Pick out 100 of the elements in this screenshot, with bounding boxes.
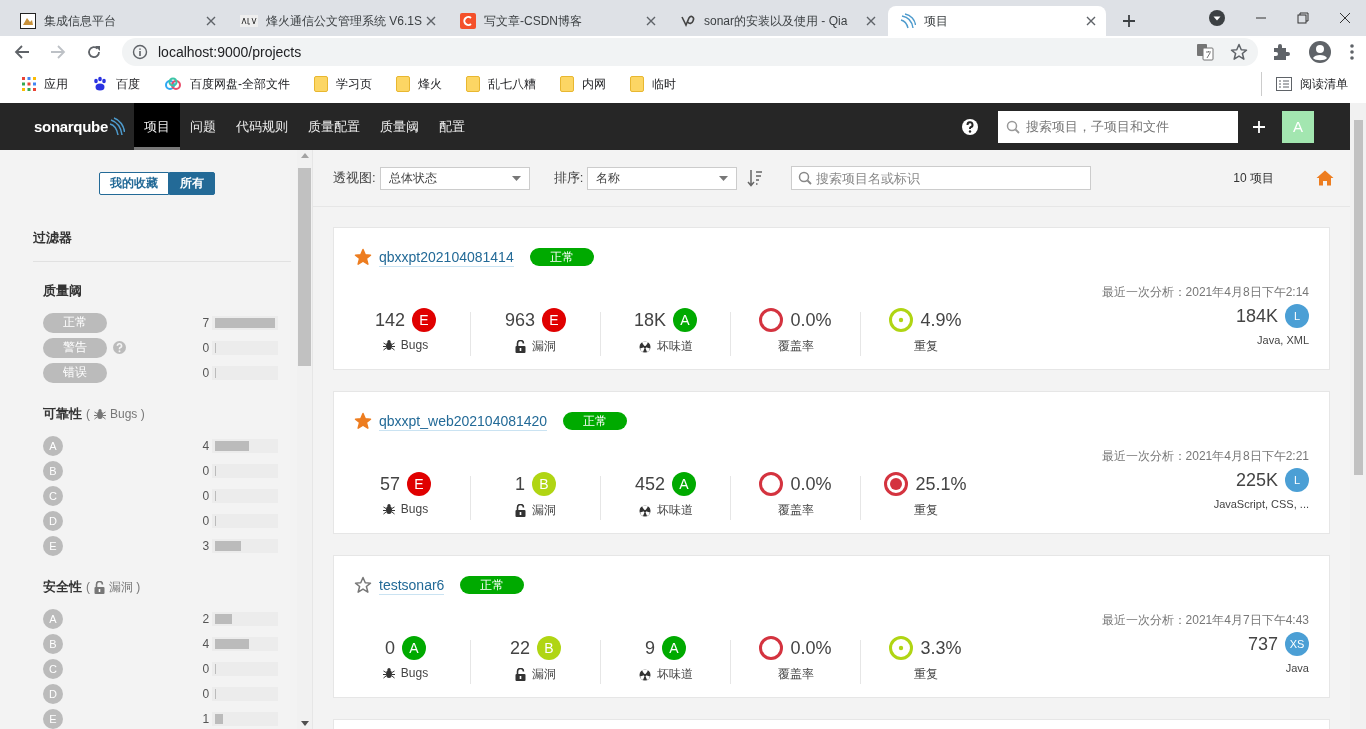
reading-list-button[interactable]: 阅读清单 <box>1261 72 1358 96</box>
menu-icon[interactable] <box>1350 44 1354 60</box>
metric-label: 坏味道 <box>656 666 693 683</box>
project-name-link[interactable]: qbxxpt202104081414 <box>379 247 514 267</box>
facet-title: 安全性 <box>43 578 82 596</box>
star-icon[interactable] <box>354 412 372 430</box>
nav-item[interactable]: 问题 <box>180 103 226 150</box>
metric-value: 0.0% <box>790 309 832 331</box>
search-field[interactable]: 搜索项目名或标识 <box>791 166 1092 190</box>
nav-item[interactable]: 质量阈 <box>370 103 429 150</box>
facet-count: 0 <box>201 686 210 701</box>
bookmark[interactable]: 内网 <box>552 72 614 96</box>
analysis-date: 最近一次分析：2021年4月8日下午2:21 <box>1100 448 1309 464</box>
address-bar[interactable]: localhost:9000/projects <box>122 38 1258 66</box>
rating-badge: B <box>532 472 556 496</box>
project-name-link[interactable]: qbxxpt_web202104081420 <box>379 411 548 431</box>
close-icon[interactable] <box>866 16 876 26</box>
browser-tab[interactable]: 项目 <box>888 6 1106 36</box>
sort-order-icon[interactable] <box>747 169 764 187</box>
restore-icon[interactable] <box>1297 12 1309 24</box>
bookmark[interactable]: 百度 <box>84 72 148 96</box>
facet-count: 4 <box>201 438 210 453</box>
profile-icon[interactable] <box>1308 40 1332 64</box>
browser-tab[interactable]: 集成信息平台 <box>8 6 226 36</box>
bookmark[interactable]: 临时 <box>622 72 684 96</box>
filter-toggle[interactable]: 我的收藏 <box>99 172 170 195</box>
nav-item[interactable]: 代码规则 <box>226 103 298 150</box>
perspective-select[interactable]: 总体状态 <box>379 166 530 190</box>
metric-label: 重复 <box>913 502 938 519</box>
tab-title: 项目 <box>924 12 949 30</box>
project-count: 10 项目 <box>1233 169 1274 187</box>
radiation-icon <box>638 668 651 681</box>
star-icon[interactable] <box>354 248 372 266</box>
project-name-link[interactable]: testsonar6 <box>379 575 445 595</box>
metric-label: 漏洞 <box>532 502 556 519</box>
metric-value: 184K <box>1235 305 1278 327</box>
site-icon <box>680 13 696 29</box>
metric-value: 25.1% <box>915 473 967 495</box>
filter-toggle[interactable]: 所有 <box>169 172 216 195</box>
lock-icon <box>515 504 526 517</box>
extensions-icon[interactable] <box>1272 43 1290 61</box>
bookmark[interactable]: 乱七八糟 <box>458 72 544 96</box>
site-icon <box>900 13 916 29</box>
close-icon[interactable] <box>1339 12 1351 24</box>
facet-count: 0 <box>201 513 210 528</box>
close-icon[interactable] <box>426 16 436 26</box>
close-icon[interactable] <box>1086 16 1096 26</box>
bookmark[interactable]: 学习页 <box>306 72 380 96</box>
info-icon[interactable] <box>132 44 148 60</box>
reload-icon[interactable] <box>86 44 102 60</box>
metric-value: 225K <box>1235 469 1278 491</box>
browser-tab[interactable]: sonar的安装以及使用 - Qia <box>668 6 886 36</box>
home-icon[interactable] <box>1316 170 1334 186</box>
facet-count: 0 <box>201 661 210 676</box>
search-field[interactable]: 搜索项目，子项目和文件 <box>998 110 1238 143</box>
scrollbar[interactable] <box>297 150 312 729</box>
rating-badge: E <box>542 308 566 332</box>
close-icon[interactable] <box>646 16 656 26</box>
metric-label: 坏味道 <box>656 338 693 355</box>
translate-icon[interactable] <box>1196 43 1214 61</box>
bookmark[interactable]: 烽火 <box>388 72 450 96</box>
new-tab-icon[interactable] <box>1122 14 1136 28</box>
bug-icon <box>382 339 395 351</box>
sonarqube-logo[interactable]: sonarqube <box>34 103 125 150</box>
star-icon[interactable] <box>1230 43 1248 61</box>
bug-icon <box>94 408 106 420</box>
rating-badge: A <box>673 308 697 332</box>
folder-icon <box>466 76 480 92</box>
bookmark[interactable]: 应用 <box>14 72 76 96</box>
facet-count: 0 <box>201 365 210 380</box>
facet-count: 3 <box>201 538 210 553</box>
languages-text: JavaScript, CSS, ... <box>1213 498 1309 510</box>
browser-tab[interactable]: 写文章-CSDN博客 <box>448 6 666 36</box>
nav-item[interactable]: 配置 <box>429 103 475 150</box>
metric-label: 重复 <box>913 338 938 355</box>
tab-search-icon[interactable] <box>1209 10 1225 26</box>
sort-select[interactable]: 名称 <box>587 166 738 190</box>
star-icon[interactable] <box>354 576 372 594</box>
browser-tab[interactable]: 烽火通信公文管理系统 V6.1S <box>228 6 446 36</box>
nav-item[interactable]: 质量配置 <box>298 103 370 150</box>
nav-item[interactable]: 项目 <box>134 103 180 150</box>
help-icon[interactable] <box>962 118 978 135</box>
analysis-date: 最近一次分析：2021年4月7日下午4:43 <box>1100 612 1309 628</box>
folder-icon <box>560 76 574 92</box>
back-icon[interactable] <box>14 44 30 60</box>
plus-icon[interactable] <box>1252 119 1266 134</box>
scroll-down-icon[interactable] <box>300 721 309 726</box>
metric-value: 0.0% <box>790 473 832 495</box>
sort-label: 排序: <box>553 169 584 187</box>
site-icon <box>20 13 36 29</box>
metric-value: 963 <box>504 309 535 331</box>
rating-badge: B <box>537 636 561 660</box>
scrollbar-thumb[interactable] <box>1353 120 1363 475</box>
rating-badge: A <box>672 472 696 496</box>
metric-value: 4.9% <box>920 309 962 331</box>
bookmark[interactable]: 百度网盘-全部文件 <box>156 72 298 96</box>
facet-metric: Bugs ) <box>110 407 145 421</box>
paren-text: ( <box>86 407 90 421</box>
close-icon[interactable] <box>206 16 216 26</box>
caret-icon <box>719 175 729 181</box>
